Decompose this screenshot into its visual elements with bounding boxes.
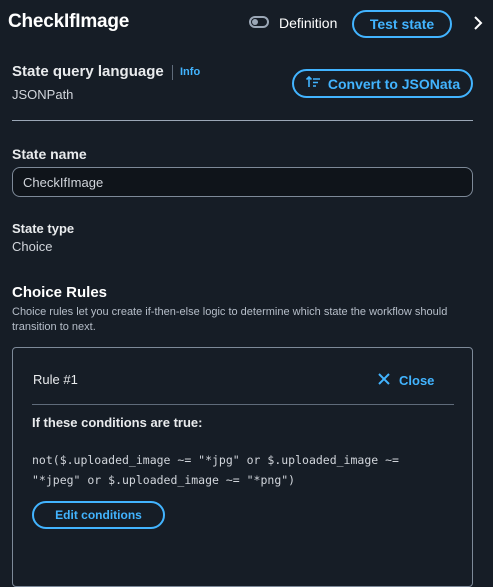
choice-rules-title: Choice Rules	[12, 284, 108, 301]
edit-conditions-button[interactable]: Edit conditions	[32, 501, 165, 529]
convert-to-jsonata-button[interactable]: Convert to JSONata	[292, 69, 473, 98]
conditions-heading: If these conditions are true:	[32, 415, 203, 430]
query-language-value: JSONPath	[12, 87, 74, 102]
info-link[interactable]: Info	[180, 66, 200, 78]
condition-expression: not($.uploaded_image ~= "*jpg" or $.uplo…	[32, 453, 399, 487]
close-rule-button[interactable]: Close	[377, 372, 434, 389]
page-title: CheckIfImage	[8, 11, 130, 32]
info-separator	[172, 65, 173, 80]
test-state-button[interactable]: Test state	[352, 10, 452, 38]
query-language-label: State query language	[12, 63, 164, 80]
rule-divider	[32, 404, 454, 405]
state-name-label: State name	[12, 146, 87, 162]
close-label: Close	[399, 373, 435, 388]
convert-icon	[305, 74, 321, 93]
section-divider	[12, 120, 473, 121]
state-name-input[interactable]: CheckIfImage	[12, 167, 473, 197]
rule-label: Rule #1	[33, 372, 78, 387]
close-icon	[377, 372, 391, 389]
chevron-right-icon[interactable]	[471, 14, 485, 32]
toggle-knob	[252, 19, 258, 25]
definition-toggle[interactable]	[249, 16, 269, 28]
convert-button-label: Convert to JSONata	[327, 75, 461, 92]
state-type-label: State type	[12, 221, 75, 236]
definition-toggle-label: Definition	[279, 15, 338, 31]
choice-rules-description: Choice rules let you create if-then-else…	[12, 306, 448, 333]
state-type-value: Choice	[12, 239, 53, 254]
